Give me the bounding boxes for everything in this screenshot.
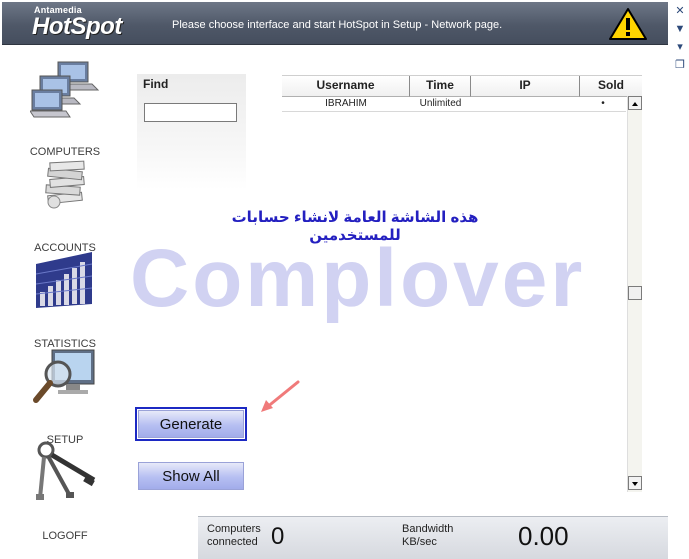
restore-icon[interactable]: ❐ (673, 58, 687, 72)
column-header-time[interactable]: Time (410, 76, 471, 97)
keys-icon (36, 441, 96, 500)
nav-item-setup[interactable]: SETUP (2, 334, 128, 446)
column-header-sold[interactable]: Sold (580, 76, 642, 97)
arrow-up-icon (632, 102, 638, 106)
nav-item-accounts[interactable]: ACCOUNTS (2, 142, 128, 254)
nav-item-computers[interactable]: COMPUTERS (2, 46, 128, 158)
cell-ip (471, 96, 580, 111)
arabic-caption: هذه الشاشة العامة لانشاء حسابات للمستخدم… (231, 209, 479, 244)
computers-label: Computers (207, 523, 261, 535)
window-controls: ✕ ▼ ▾ ❐ (671, 0, 689, 80)
collapse-icon[interactable]: ▼ (673, 22, 687, 36)
header-bar: Antamedia HotSpot Please choose interfac… (2, 2, 668, 45)
scroll-up-button[interactable] (628, 96, 642, 110)
arrow-down-icon (632, 482, 638, 486)
computers-connected-value: 0 (271, 523, 285, 550)
show-all-button[interactable]: Show All (138, 462, 244, 490)
computers-icon (30, 61, 100, 118)
watermark-text: Complover (130, 233, 586, 324)
brand-logo: HotSpot (32, 13, 122, 40)
column-header-username[interactable]: Username (282, 76, 410, 97)
column-header-ip[interactable]: IP (471, 76, 580, 97)
nav-item-logoff[interactable]: LOGOFF (2, 430, 128, 542)
table-row[interactable]: IBRAHIM Unlimited • (282, 96, 626, 112)
cell-sold: • (601, 98, 605, 109)
accounts-icon (45, 160, 85, 209)
scroll-thumb[interactable] (628, 286, 642, 300)
header-message: Please choose interface and start HotSpo… (172, 19, 503, 31)
status-bar: Computers connected 0 Bandwidth KB/sec 0… (198, 516, 668, 559)
scroll-down-button[interactable] (628, 476, 642, 490)
computers-label-sub: connected (207, 536, 258, 548)
pointer-arrow-icon (261, 380, 300, 412)
bandwidth-value: 0.00 (518, 521, 569, 551)
bandwidth-unit: KB/sec (402, 536, 437, 548)
minimize-icon[interactable]: ▾ (673, 40, 687, 54)
left-nav: COMPUTERS ACCOUNTS STATISTICS SETUP LOGO… (2, 46, 128, 546)
cell-username: IBRAHIM (325, 98, 367, 109)
table-body: IBRAHIM Unlimited • (282, 96, 626, 112)
cell-time: Unlimited (419, 98, 462, 109)
find-panel: Find (137, 74, 246, 190)
table-header: Username Time IP Sold (282, 75, 642, 97)
find-input[interactable] (144, 103, 237, 122)
find-label: Find (143, 77, 169, 91)
setup-icon (33, 349, 95, 403)
close-icon[interactable]: ✕ (673, 4, 687, 18)
bandwidth-label: Bandwidth (402, 523, 454, 535)
nav-item-statistics[interactable]: STATISTICS (2, 238, 128, 350)
nav-label-logoff: LOGOFF (42, 530, 88, 542)
hotspot-window: Antamedia HotSpot Please choose interfac… (0, 0, 689, 559)
generate-button[interactable]: Generate (135, 407, 247, 441)
warning-icon[interactable] (608, 7, 648, 41)
statistics-icon (35, 252, 93, 308)
